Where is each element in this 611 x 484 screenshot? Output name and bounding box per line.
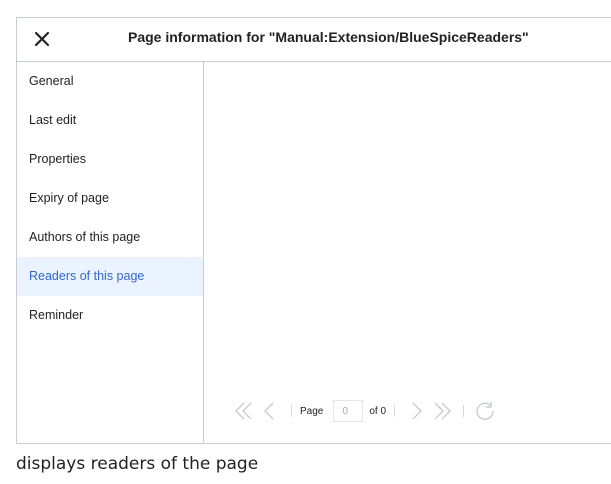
sidebar-nav: General Last edit Properties Expiry of p… — [17, 62, 204, 443]
refresh-icon — [476, 402, 494, 420]
sidebar-item-expiry[interactable]: Expiry of page — [17, 179, 203, 218]
pager-separator — [463, 405, 465, 417]
previous-page-icon — [264, 402, 274, 420]
sidebar-item-reminder[interactable]: Reminder — [17, 296, 203, 335]
sidebar-item-properties[interactable]: Properties — [17, 140, 203, 179]
first-page-icon — [235, 402, 252, 420]
page-info-dialog: Page information for "Manual:Extension/B… — [16, 17, 611, 444]
previous-page-button[interactable] — [257, 398, 283, 424]
refresh-button[interactable] — [472, 398, 498, 424]
next-page-icon — [412, 402, 423, 420]
last-page-button[interactable] — [429, 398, 455, 424]
sidebar-item-readers[interactable]: Readers of this page — [17, 257, 203, 296]
sidebar-item-authors[interactable]: Authors of this page — [17, 218, 203, 257]
sidebar-item-last-edit[interactable]: Last edit — [17, 101, 203, 140]
dialog-header: Page information for "Manual:Extension/B… — [17, 18, 611, 62]
pagination-toolbar: Page of 0 — [231, 395, 498, 427]
page-label: Page — [300, 405, 324, 417]
last-page-icon — [434, 402, 452, 420]
readers-panel: Page of 0 — [204, 62, 611, 443]
pager-separator — [394, 405, 396, 417]
sidebar-item-general[interactable]: General — [17, 62, 203, 101]
next-page-button[interactable] — [403, 398, 429, 424]
page-count-label: of 0 — [369, 405, 387, 417]
dialog-title: Page information for "Manual:Extension/B… — [128, 29, 529, 45]
page-number-input[interactable] — [333, 400, 364, 422]
screenshot-caption: displays readers of the page — [16, 454, 259, 474]
first-page-button[interactable] — [231, 398, 257, 424]
close-icon — [34, 31, 50, 47]
pager-separator — [291, 405, 292, 417]
close-button[interactable] — [31, 28, 53, 50]
